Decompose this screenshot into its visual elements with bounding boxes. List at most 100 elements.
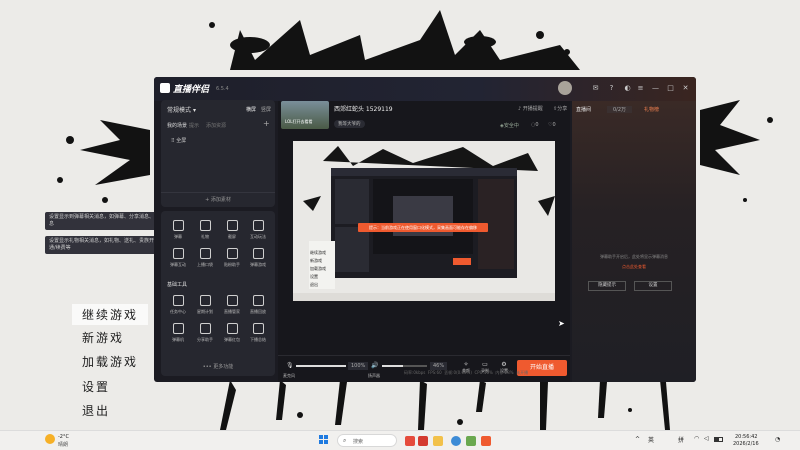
gift-icon (199, 220, 211, 231)
wifi-icon[interactable]: ◠ (694, 435, 699, 442)
app-icon-red2[interactable] (418, 436, 428, 446)
right-panel: 直播间 0/2万 礼物榜 弹幕助手开启后，此处将显示弹幕消息 点击此处查看 隐藏… (572, 101, 696, 382)
room-thumb-text: LOL打开去看看 (285, 119, 313, 124)
tab-my-scenes[interactable]: 我的场景 (167, 122, 187, 129)
tools-card: 弹幕 礼物 截屏 互动玩法 弹幕互动 上播口袋 贴粉助手 弹幕游戏 基础工具 任… (161, 211, 275, 376)
add-material-button[interactable]: + 添加素材 (161, 196, 275, 203)
tab-live-room[interactable]: 直播间 (576, 106, 591, 113)
summary-icon (252, 323, 264, 334)
fan-count: 0/2万 (607, 106, 633, 113)
add-scene-icon[interactable]: + (263, 119, 270, 128)
hide-tips-button[interactable]: 隐藏提示 (588, 281, 626, 291)
center-panel: LOL打开去看看 西郊红蛇头 1529119 我等大爷的 ♪ 开播提醒 ⇪分享 … (278, 101, 570, 382)
like-count: ♡0 (548, 122, 556, 128)
tool-manager[interactable]: 直播管家 (221, 295, 243, 315)
scene-mode-select[interactable]: 常规模式 ▾ (167, 105, 196, 114)
close-icon[interactable]: ✕ (681, 84, 690, 93)
avatar[interactable] (558, 81, 572, 95)
minimize-icon[interactable]: — (651, 84, 660, 93)
mouse-cursor: ➤ (558, 319, 565, 328)
speaker-label: 扬声器 (368, 373, 380, 378)
room-thumbnail[interactable]: LOL打开去看看 (281, 101, 329, 129)
speaker-volume-fill (382, 365, 403, 367)
tool-fan-helper[interactable]: 贴粉助手 (221, 248, 243, 268)
battery-icon[interactable] (714, 437, 723, 442)
download-icon (172, 248, 184, 259)
app-icon-green[interactable] (466, 436, 476, 446)
reminder-button[interactable]: ♪ 开播提醒 (518, 105, 543, 112)
stream-preview: 提示：当前游戏正在使用窗口化模式，采集画面可能存在偏移 继续游戏 新游戏 加载游戏设… (293, 141, 555, 301)
mic-volume-fill (296, 365, 346, 367)
tab-landscape[interactable]: 横屏 (246, 106, 256, 113)
maximize-icon[interactable]: □ (666, 84, 675, 93)
beauty-icon: ✧ (463, 361, 469, 368)
tool-pocket[interactable]: 上播口袋 (194, 248, 216, 268)
clock-time[interactable]: 20:56:42 (735, 434, 757, 440)
tool-danmaku-game[interactable]: 弹幕游戏 (247, 248, 269, 268)
weather-icon[interactable] (45, 434, 55, 444)
menu-icon[interactable]: ≡ (636, 84, 645, 93)
help-icon[interactable]: ? (607, 84, 616, 93)
clock-date[interactable]: 2026/2/16 (733, 441, 759, 447)
divider (161, 192, 275, 193)
tool-gift[interactable]: 礼物 (194, 220, 216, 240)
menu-exit[interactable]: 退出 (82, 402, 110, 419)
mic-label: 麦克风 (283, 373, 295, 378)
tool-replay[interactable]: 直播回放 (247, 295, 269, 315)
taskbar-search-box[interactable]: ⌕ 搜索 (337, 434, 397, 447)
tab-gift-rank[interactable]: 礼物榜 (644, 106, 659, 113)
windows-start-icon[interactable] (319, 435, 329, 445)
tool-danmaku[interactable]: 弹幕 (167, 220, 189, 240)
mic-volume-slider[interactable] (296, 365, 346, 367)
calendar-icon (199, 295, 211, 306)
skin-icon[interactable]: ◐ (623, 84, 632, 93)
menu-new-game[interactable]: 新游戏 (82, 329, 124, 346)
app-version: 6.5.4 (216, 86, 229, 92)
scene-item-fullscreen[interactable]: ⠿ 全屏 (171, 137, 186, 144)
app-icon-red[interactable] (405, 436, 415, 446)
tool-summary[interactable]: 下播总结 (247, 323, 269, 343)
tool-red-packet[interactable]: 弹幕红包 (221, 323, 243, 343)
tool-danmaku-machine[interactable]: 弹幕机 (167, 323, 189, 343)
tab-portrait[interactable]: 竖屏 (261, 106, 271, 113)
preview-mini-menu: 继续游戏 新游戏 加载游戏 设置 退出 (310, 250, 326, 287)
notification-icon[interactable]: ◔ (775, 436, 780, 443)
status-bar: 码率:0kbps FPS:60 丢帧:0(0.00%) CPU:16% 内存:2… (404, 370, 529, 375)
preview-capture (293, 141, 555, 301)
menu-continue-game[interactable]: 继续游戏 (72, 304, 149, 325)
tool-danmaku-interact[interactable]: 弹幕互动 (167, 248, 189, 268)
app-icon-blue[interactable] (451, 436, 461, 446)
tool-schedule[interactable]: 星期计划 (194, 295, 216, 315)
weather-desc: 晴朗 (58, 442, 69, 448)
tool-screenshot[interactable]: 截屏 (221, 220, 243, 240)
share-button[interactable]: ⇪分享 (553, 105, 567, 112)
tab-tips[interactable]: 提示 (189, 122, 199, 129)
share-icon (199, 323, 211, 334)
speaker-icon[interactable]: 🔊 (371, 362, 378, 369)
lang-en[interactable]: 英 (648, 435, 654, 444)
menu-load-game[interactable]: 加载游戏 (82, 353, 138, 370)
danmaku-empty-hint: 弹幕助手开启后，此处将显示弹幕消息 (600, 254, 668, 259)
pocket-icon (199, 248, 211, 259)
menu-settings[interactable]: 设置 (82, 378, 110, 395)
right-settings-button[interactable]: 设置 (634, 281, 672, 291)
tab-add-resource[interactable]: 添加资源 (206, 122, 226, 129)
danmaku-help-link[interactable]: 点击此处查看 (580, 264, 688, 270)
message-icon[interactable]: ✉ (591, 84, 600, 93)
volume-icon[interactable]: ◁ (704, 435, 709, 442)
room-category[interactable]: 我等大爷的 (334, 120, 365, 128)
tool-interaction[interactable]: 互动玩法 (247, 220, 269, 240)
tv-icon (172, 323, 184, 334)
more-tools-button[interactable]: ••• 更多功能 (161, 363, 275, 370)
mic-icon[interactable]: 🎙 (286, 362, 294, 369)
lang-pinyin[interactable]: 拼 (678, 435, 684, 444)
left-panel: 常规模式 ▾ 横屏 竖屏 我的场景 提示 添加资源 + ⠿ 全屏 + 添加素材 … (161, 100, 275, 376)
safety-status: ◈安全中 (500, 123, 519, 129)
tool-task-center[interactable]: 任务中心 (167, 295, 189, 315)
tool-share-helper[interactable]: 分享助手 (194, 323, 216, 343)
speaker-volume-slider[interactable] (382, 365, 427, 367)
tray-expand-icon[interactable]: ^ (635, 436, 640, 443)
divider (278, 355, 570, 356)
file-explorer-icon[interactable] (433, 436, 443, 446)
live-companion-taskbar-icon[interactable] (481, 436, 491, 446)
